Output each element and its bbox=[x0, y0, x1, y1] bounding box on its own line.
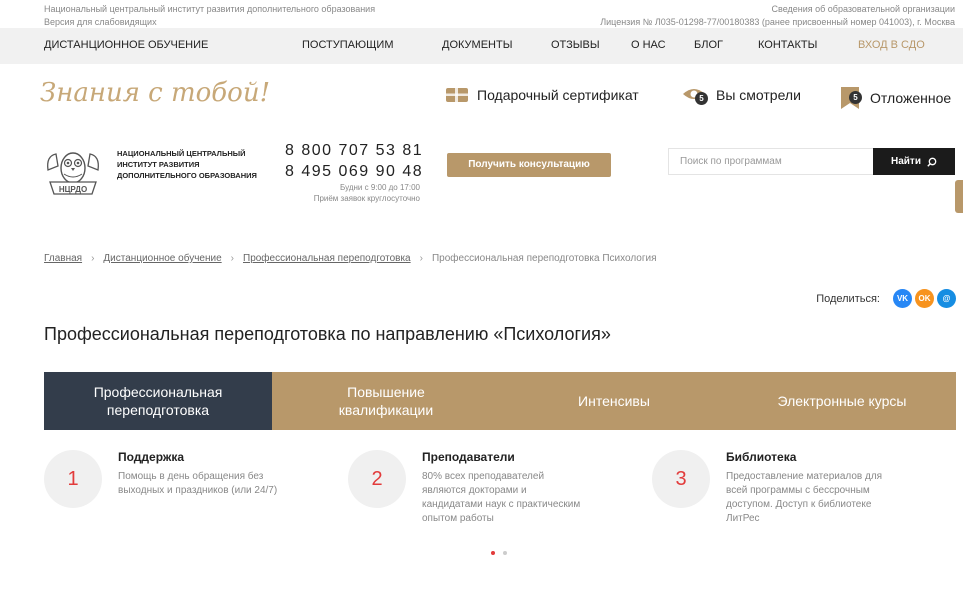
share-block: Поделиться: VK OK @ bbox=[816, 289, 956, 308]
nav-reviews[interactable]: ОТЗЫВЫ bbox=[551, 39, 600, 51]
breadcrumb-retraining[interactable]: Профессиональная переподготовка bbox=[243, 253, 411, 264]
nav-login-sdo[interactable]: ВХОД В СДО bbox=[858, 39, 925, 51]
viewed-count-badge: 5 bbox=[695, 92, 708, 105]
feature-title: Поддержка bbox=[118, 450, 185, 464]
eye-icon: 5 bbox=[682, 86, 708, 105]
top-info-bar: Национальный центральный институт развит… bbox=[0, 0, 963, 28]
tab-retraining[interactable]: Профессиональная переподготовка bbox=[44, 372, 272, 430]
program-tabs: Профессиональная переподготовка Повышени… bbox=[44, 372, 956, 430]
gift-certificate-link[interactable]: Подарочный сертификат bbox=[445, 86, 639, 104]
bookmark-icon: 5 bbox=[840, 86, 862, 110]
share-label: Поделиться: bbox=[816, 292, 880, 305]
feature-number: 3 bbox=[652, 450, 710, 508]
feature-title: Библиотека bbox=[726, 450, 797, 464]
get-consultation-button[interactable]: Получить консультацию bbox=[447, 153, 611, 177]
nav-blog[interactable]: БЛОГ bbox=[694, 39, 723, 51]
main-nav: ДИСТАНЦИОННОЕ ОБУЧЕНИЕ ПОСТУПАЮЩИМ ДОКУМ… bbox=[0, 28, 963, 64]
viewed-label: Вы смотрели bbox=[716, 87, 801, 103]
applications-hours: Приём заявок круглосуточно bbox=[313, 194, 420, 203]
feature-text: Помощь в день обращения без выходных и п… bbox=[118, 471, 278, 496]
org-full-name[interactable]: Национальный центральный институт развит… bbox=[44, 4, 375, 14]
nav-documents[interactable]: ДОКУМЕНТЫ bbox=[442, 39, 512, 51]
search-icon bbox=[927, 157, 937, 167]
tab-label: Профессиональная переподготовка bbox=[93, 384, 223, 418]
edu-info-link[interactable]: Сведения об образовательной организации bbox=[772, 4, 955, 14]
breadcrumb-current: Профессиональная переподготовка Психолог… bbox=[431, 253, 657, 264]
carousel-dot-2[interactable] bbox=[503, 551, 507, 555]
carousel-dot-1[interactable] bbox=[491, 551, 495, 555]
search-button-label: Найти bbox=[891, 156, 921, 167]
vk-share-icon[interactable]: VK bbox=[893, 289, 912, 308]
carousel-dots bbox=[491, 551, 507, 555]
side-tab[interactable] bbox=[955, 180, 963, 213]
saved-link[interactable]: 5 Отложенное bbox=[840, 86, 951, 110]
chevron-right-icon: › bbox=[230, 253, 234, 264]
nav-contacts[interactable]: КОНТАКТЫ bbox=[758, 39, 817, 51]
slogan: Знания с тобой! bbox=[40, 78, 271, 108]
feature-number: 2 bbox=[348, 450, 406, 508]
nav-distance-learning[interactable]: ДИСТАНЦИОННОЕ ОБУЧЕНИЕ bbox=[44, 39, 208, 51]
feature-number: 1 bbox=[44, 450, 102, 508]
brand-row: Знания с тобой! Подарочный сертификат 5 … bbox=[0, 64, 963, 128]
saved-count-badge: 5 bbox=[849, 91, 862, 104]
accessibility-link[interactable]: Версия для слабовидящих bbox=[44, 17, 157, 27]
search-input[interactable] bbox=[668, 148, 874, 175]
tab-label: Интенсивы bbox=[578, 393, 650, 409]
chevron-right-icon: › bbox=[91, 253, 95, 264]
search-button[interactable]: Найти bbox=[873, 148, 955, 175]
breadcrumb: Главная › Дистанционное обучение › Профе… bbox=[44, 253, 657, 264]
tab-label: Повышение квалификации bbox=[338, 384, 434, 418]
viewed-link[interactable]: 5 Вы смотрели bbox=[682, 86, 801, 105]
tab-e-courses[interactable]: Электронные курсы bbox=[728, 372, 956, 430]
header-contacts: НЦРДО НАЦИОНАЛЬНЫЙ ЦЕНТРАЛЬНЫЙ ИНСТИТУТ … bbox=[0, 128, 963, 218]
feature-text: Предоставление материалов для всей прогр… bbox=[726, 471, 883, 524]
features-carousel: 1 Поддержка Помощь в день обращения без … bbox=[44, 450, 956, 540]
chevron-right-icon: › bbox=[419, 253, 423, 264]
phone-2[interactable]: 8 495 069 90 48 bbox=[285, 163, 423, 181]
feature-text: 80% всех преподавателей являются доктора… bbox=[422, 471, 581, 524]
saved-label: Отложенное bbox=[870, 90, 952, 106]
ok-share-icon[interactable]: OK bbox=[915, 289, 934, 308]
tab-intensives[interactable]: Интенсивы bbox=[500, 372, 728, 430]
tab-label: Электронные курсы bbox=[777, 393, 907, 409]
org-name: НАЦИОНАЛЬНЫЙ ЦЕНТРАЛЬНЫЙ ИНСТИТУТ РАЗВИТ… bbox=[117, 149, 257, 180]
svg-text:НЦРДО: НЦРДО bbox=[59, 185, 87, 194]
feature-title: Преподаватели bbox=[422, 450, 515, 464]
tab-qualification[interactable]: Повышение квалификации bbox=[272, 372, 500, 430]
nav-applicants[interactable]: ПОСТУПАЮЩИМ bbox=[302, 39, 394, 51]
phone-1[interactable]: 8 800 707 53 81 bbox=[285, 142, 423, 160]
page-title: Профессиональная переподготовка по напра… bbox=[44, 324, 611, 344]
breadcrumb-distance[interactable]: Дистанционное обучение bbox=[103, 253, 221, 264]
breadcrumb-home[interactable]: Главная bbox=[44, 253, 82, 264]
gift-certificate-label: Подарочный сертификат bbox=[477, 87, 639, 103]
mail-share-icon[interactable]: @ bbox=[937, 289, 956, 308]
license-text: Лицензия № Л035-01298-77/00180383 (ранее… bbox=[600, 17, 955, 27]
gift-icon bbox=[446, 88, 468, 102]
owl-logo[interactable]: НЦРДО bbox=[44, 148, 102, 203]
nav-about[interactable]: О НАС bbox=[631, 39, 666, 51]
working-hours: Будни с 9:00 до 17:00 bbox=[340, 183, 420, 192]
